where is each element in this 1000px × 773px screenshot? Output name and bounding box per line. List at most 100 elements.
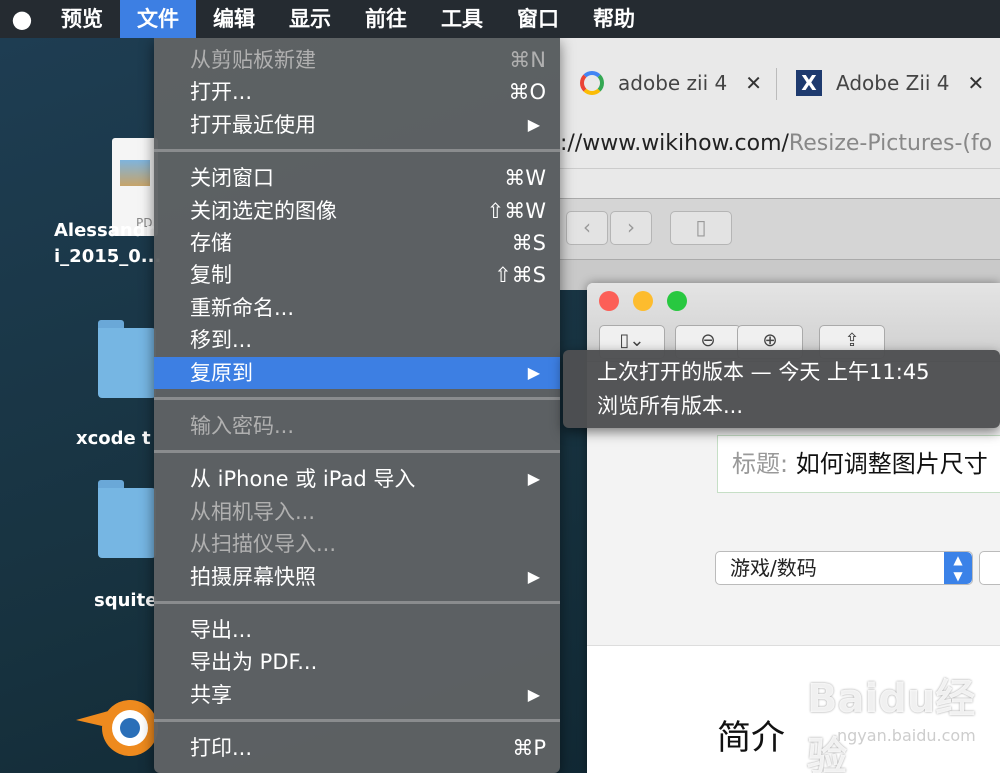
desktop-file-label-line1: Alessandr [54,220,155,241]
squite-folder-icon[interactable] [98,480,156,560]
tab-title: Adobe Zii 4 [836,71,950,95]
menu-separator [154,719,560,723]
blender-app-icon[interactable] [72,680,162,760]
category-value: 游戏/数码 [730,556,817,580]
back-button[interactable]: ‹ [566,211,608,245]
menu-item-label: 导出为 PDF... [190,650,318,675]
menu-item-shortcut: ⌘S [511,231,546,255]
menu-item-shortcut: ⇧⌘W [486,198,546,223]
sidebar-toggle-button[interactable]: ▯ [670,211,732,245]
chevron-up-down-icon: ▲ ▼ [944,552,972,584]
preview-back-toolbar: ‹ › ▯ [560,198,1000,290]
file-menu-item[interactable]: 导出... [154,614,560,646]
file-menu-item[interactable]: 重新命名... [154,292,560,324]
browser-tab-2[interactable]: X Adobe Zii 4 ✕ [796,64,984,102]
browse-all-versions-item[interactable]: 浏览所有版本... [597,390,743,422]
submenu-arrow-icon: ▶ [527,362,540,382]
forward-button[interactable]: › [610,211,652,245]
file-menu-item[interactable]: 拍摄屏幕快照 ▶ [154,561,560,593]
menu-item-label: 从扫描仪导入... [190,532,337,557]
file-menu-item: 从剪贴板新建 ⌘N [154,44,560,76]
close-tab-icon[interactable]: ✕ [745,71,762,95]
file-menu-item[interactable]: 打开最近使用 ▶ [154,109,560,141]
file-menu-item[interactable]: 复原到 ▶ [154,356,560,389]
submenu-arrow-icon: ▶ [527,684,540,704]
menu-item-label: 从 iPhone 或 iPad 导入 [190,467,416,492]
address-bar[interactable]: ://www.wikihow.com/Resize-Pictures-(fo [560,126,1000,162]
tab-title: adobe zii 4 [618,71,728,95]
file-menu-item[interactable]: 存储 ⌘S [154,227,560,259]
section-heading: 简介 [717,718,785,758]
menu-view[interactable]: 显示 [272,0,348,38]
secondary-select[interactable] [979,551,1000,585]
menu-preview[interactable]: 预览 [44,0,120,38]
title-value: 如何调整图片尺寸 [795,450,988,478]
menu-tools[interactable]: 工具 [424,0,500,38]
menu-separator [154,397,560,400]
category-select[interactable]: 游戏/数码 ▲ ▼ [715,551,973,585]
menu-edit[interactable]: 编辑 [196,0,272,38]
menu-separator [154,450,560,454]
file-menu-item[interactable]: 移到... [154,324,560,356]
minimize-window-button[interactable] [633,291,653,311]
menu-item-label: 重新命名... [190,295,295,320]
menu-item-label: 关闭选定的图像 [190,198,337,223]
menu-item-label: 输入密码... [190,414,295,438]
google-icon [580,71,604,95]
menu-item-shortcut: ⌘P [512,736,546,761]
menu-help[interactable]: 帮助 [576,0,652,38]
menu-separator [154,149,560,153]
file-menu-item[interactable]: 打印... ⌘P [154,732,560,764]
menu-window[interactable]: 窗口 [500,0,576,38]
menu-item-label: 从剪贴板新建 [190,48,316,72]
menu-item-label: 打开... [190,80,253,105]
menu-item-label: 打印... [190,736,253,761]
title-field[interactable]: 标题: 如何调整图片尺寸 [717,435,1000,493]
tab-divider [776,68,777,100]
pdf-preview-thumbnail [120,160,150,186]
squite-folder-label: squite [94,590,158,611]
submenu-arrow-icon: ▶ [527,566,540,586]
desktop-file-label-line2: i_2015_0... [54,246,162,267]
file-menu-item[interactable]: 共享 ▶ [154,679,560,711]
browser-tab-1[interactable]: adobe zii 4 ✕ [580,64,762,102]
menu-item-shortcut: ⌘O [508,80,546,105]
menu-item-label: 共享 [190,682,232,707]
menu-item-shortcut: ⌘N [509,48,546,72]
revert-submenu: 上次打开的版本 — 今天 上午11:45 浏览所有版本... [563,350,1000,428]
submenu-arrow-icon: ▶ [527,114,540,134]
zoom-window-button[interactable] [667,291,687,311]
menu-item-label: 复原到 [190,360,253,385]
menu-item-label: 从相机导入... [190,499,316,524]
menu-item-label: 打开最近使用 [190,112,316,137]
url-path: Resize-Pictures-(fo [788,131,993,156]
file-menu-item: 从相机导入... [154,496,560,528]
menu-bar: ● 预览 文件 编辑 显示 前往 工具 窗口 帮助 [0,0,1000,38]
menu-item-shortcut: ⌘W [504,166,546,191]
menu-item-label: 关闭窗口 [190,166,274,191]
file-menu-item[interactable]: 导出为 PDF... [154,646,560,678]
menu-item-label: 复制 [190,263,232,288]
xcode-folder-icon[interactable] [98,320,156,400]
file-menu-item[interactable]: 打开... ⌘O [154,76,560,108]
url-prefix: ://www.wikihow.com/ [560,131,789,156]
menu-file[interactable]: 文件 [120,0,196,38]
file-menu-item[interactable]: 关闭选定的图像 ⇧⌘W [154,195,560,227]
menu-go[interactable]: 前往 [348,0,424,38]
apple-icon[interactable]: ● [0,5,44,33]
menu-separator [154,601,560,604]
revert-last-opened-item[interactable]: 上次打开的版本 — 今天 上午11:45 [597,356,930,388]
menu-item-shortcut: ⇧⌘S [494,263,546,288]
article-content: 简介 Baidu经验 ngyan.baidu.com [587,645,1000,773]
file-menu-item[interactable]: 复制 ⇧⌘S [154,259,560,291]
menu-item-label: 存储 [190,231,232,255]
file-menu-item[interactable]: 从 iPhone 或 iPad 导入 ▶ [154,463,560,495]
menu-item-label: 移到... [190,328,253,353]
file-menu-item[interactable]: 关闭窗口 ⌘W [154,162,560,194]
adobe-zii-icon: X [796,70,822,96]
file-menu-item: 输入密码... [154,410,560,442]
title-label: 标题: [732,450,789,478]
submenu-arrow-icon: ▶ [527,469,540,489]
close-window-button[interactable] [599,291,619,311]
close-tab-icon[interactable]: ✕ [968,71,985,95]
